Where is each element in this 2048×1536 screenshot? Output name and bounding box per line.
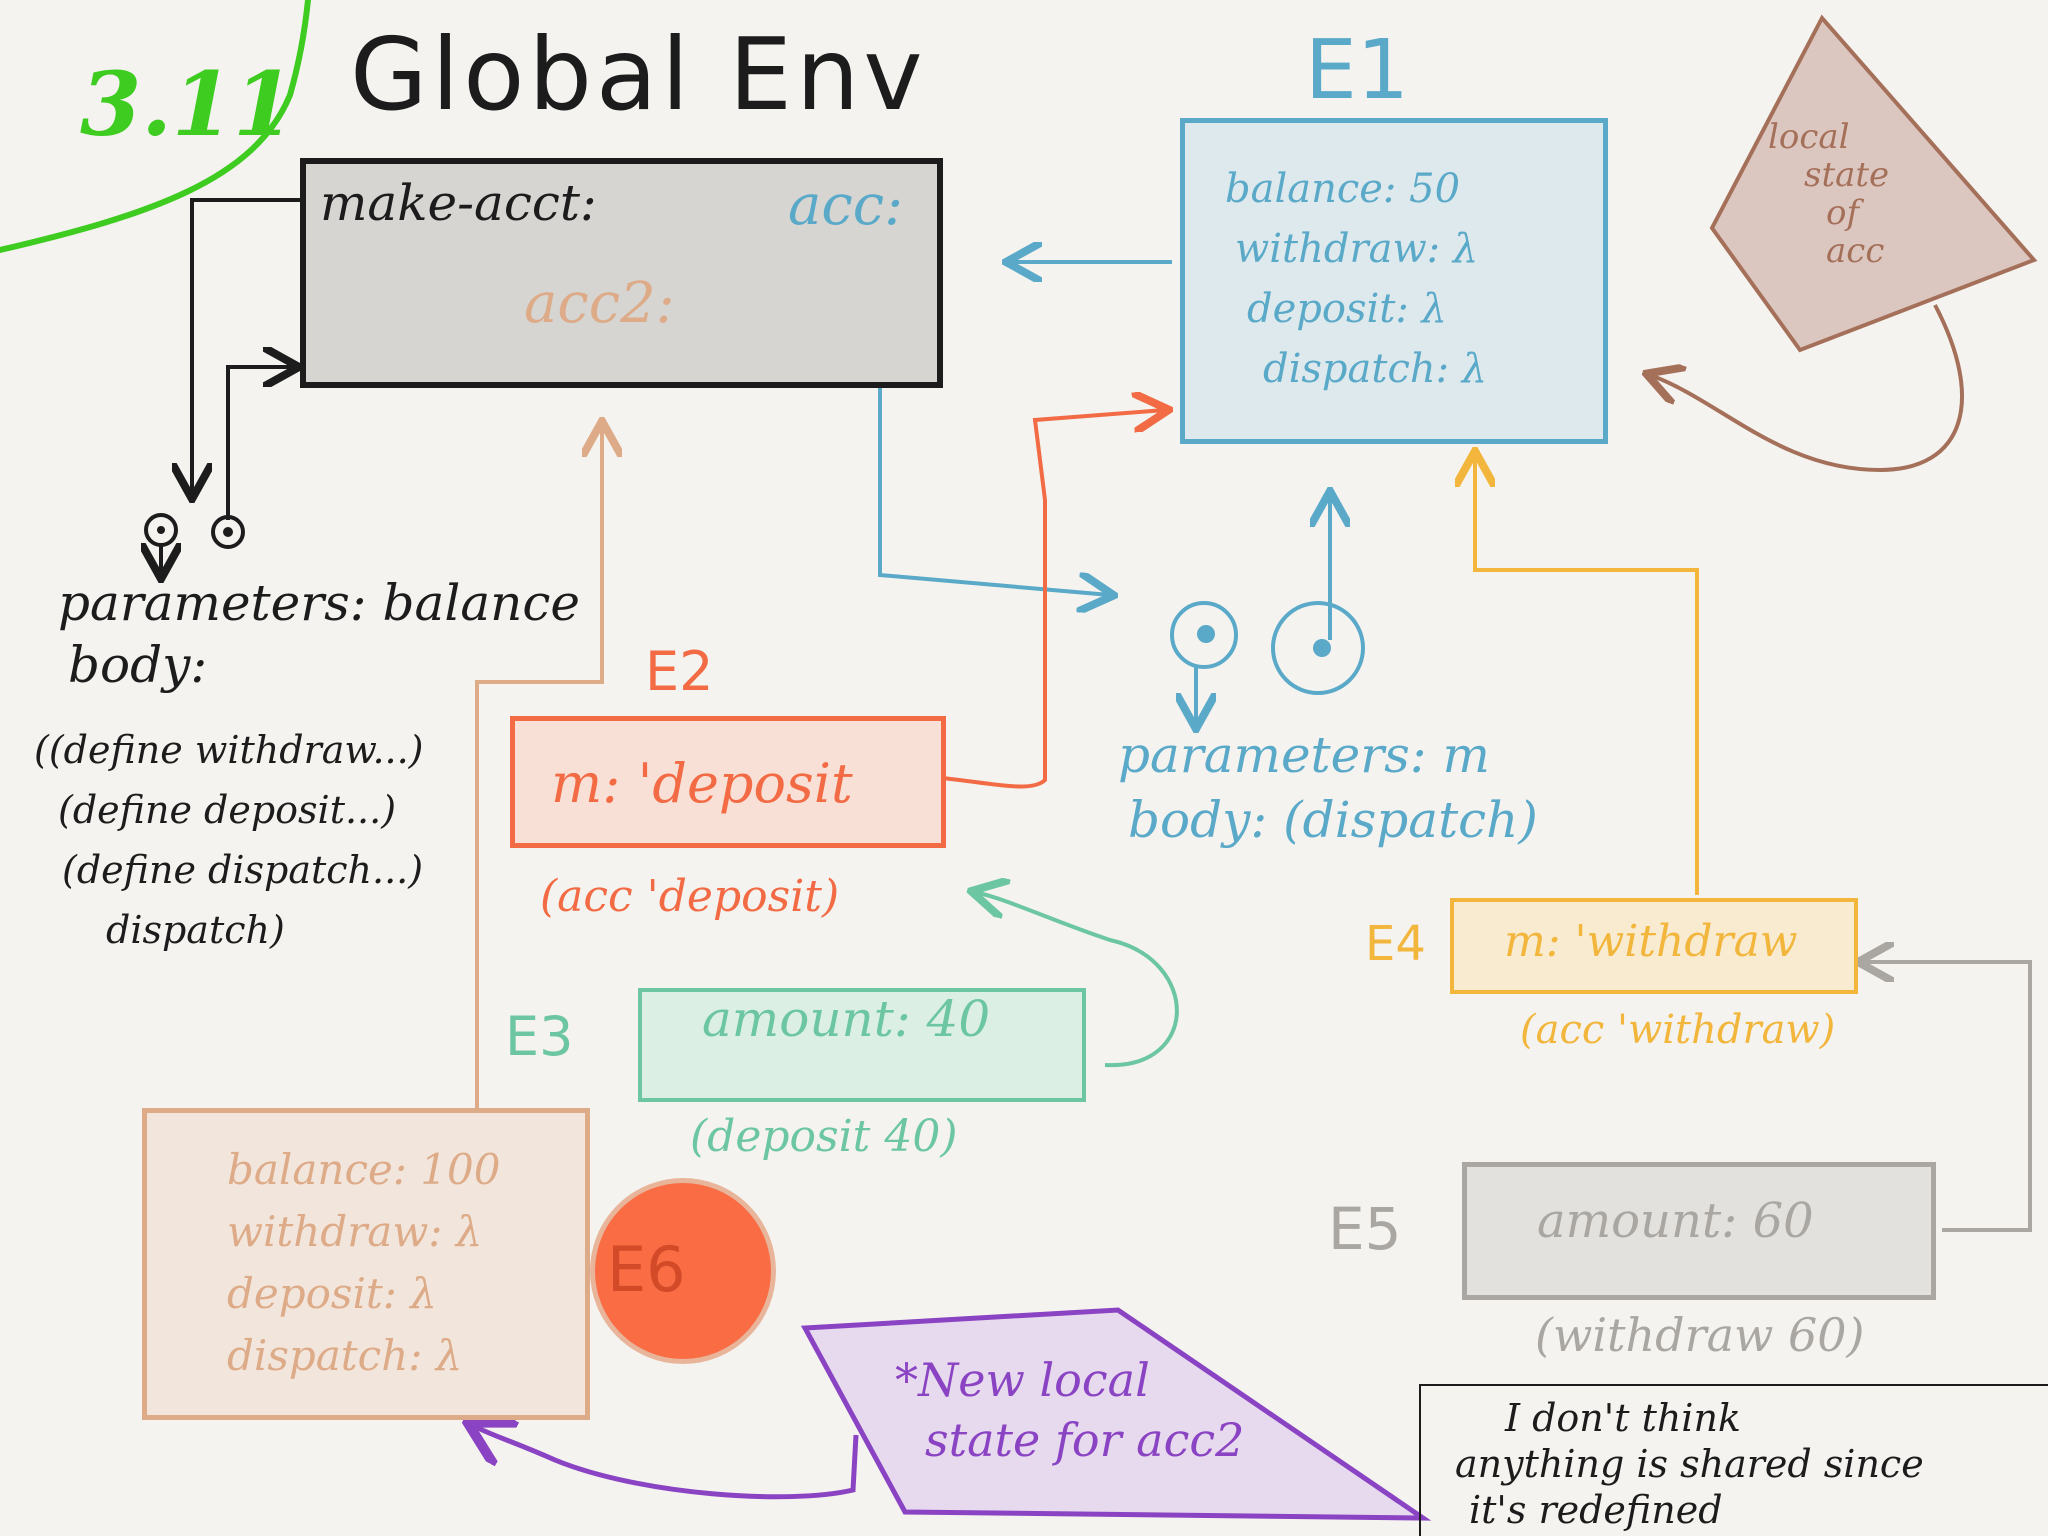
- e5-frame: amount: 60: [1462, 1162, 1936, 1300]
- e1-balance: balance: 50: [1225, 166, 1461, 212]
- e3-frame: amount: 40: [638, 988, 1086, 1102]
- global-env-title: Global Env: [350, 16, 927, 133]
- section-number: 3.11: [80, 52, 295, 156]
- e1-dispatch: dispatch: λ: [1263, 346, 1488, 392]
- make-acct-binding: make-acct:: [320, 174, 597, 232]
- e3-label: E3: [505, 1005, 574, 1068]
- e3-call: (deposit 40): [690, 1111, 958, 1162]
- body-line-deposit: (define deposit...): [58, 788, 397, 832]
- e2-binding: m: 'deposit: [551, 752, 853, 815]
- e1-deposit: deposit: λ: [1247, 286, 1447, 332]
- e4-label: E4: [1365, 916, 1426, 972]
- global-env-frame: make-acct: acc: acc2:: [300, 158, 943, 388]
- dispatch-parameters: parameters: m: [1118, 726, 1490, 784]
- e2-label: E2: [645, 640, 714, 703]
- make-acct-body-code: ((define withdraw...) (define deposit...…: [34, 720, 424, 960]
- e5-label: E5: [1328, 1195, 1402, 1263]
- make-acct-code-pointer-line: [226, 367, 295, 520]
- dispatch-body: body: (dispatch): [1128, 791, 1538, 849]
- e6-label: E6: [607, 1233, 686, 1306]
- e3-binding: amount: 40: [702, 990, 991, 1048]
- e6-dispatch: dispatch: λ: [227, 1331, 463, 1380]
- make-acct-body-label: body:: [68, 636, 208, 694]
- acc2-binding: acc2:: [524, 271, 675, 336]
- e4-call: (acc 'withdraw): [1520, 1007, 1836, 1053]
- body-line-withdraw: ((define withdraw...): [34, 728, 424, 772]
- e4-binding: m: 'withdraw: [1504, 916, 1798, 967]
- e6-balance: balance: 100: [227, 1145, 501, 1194]
- make-acct-parameters: parameters: balance: [58, 574, 580, 632]
- make-acct-env-pointer-line: [192, 198, 300, 495]
- e1-frame: balance: 50 withdraw: λ deposit: λ dispa…: [1180, 118, 1608, 444]
- e6-withdraw: withdraw: λ: [227, 1207, 483, 1256]
- body-line-return: dispatch): [106, 908, 285, 952]
- e1-label: E1: [1305, 23, 1409, 118]
- comment-text: I don't think anything is shared since i…: [1455, 1396, 1924, 1532]
- acc-binding: acc:: [788, 173, 903, 238]
- e6-deposit: deposit: λ: [227, 1269, 437, 1318]
- e2-frame: m: 'deposit: [510, 716, 946, 848]
- e2-call: (acc 'deposit): [540, 871, 840, 922]
- e6-circle: E6: [590, 1178, 776, 1364]
- e6-bindings: balance: 100 withdraw: λ deposit: λ disp…: [227, 1139, 501, 1387]
- e1-bindings: balance: 50 withdraw: λ deposit: λ dispa…: [1225, 159, 1487, 399]
- new-state-note-arrow: [472, 1425, 859, 1500]
- new-state-note-text: *New local state for acc2: [895, 1353, 1245, 1467]
- e6-frame: balance: 100 withdraw: λ deposit: λ disp…: [142, 1108, 590, 1420]
- acc-local-state-note-text: local state of acc: [1768, 117, 1890, 271]
- e5-binding: amount: 60: [1537, 1193, 1814, 1249]
- body-line-dispatch: (define dispatch...): [62, 848, 424, 892]
- e4-frame: m: 'withdraw: [1450, 898, 1858, 994]
- e1-withdraw: withdraw: λ: [1235, 226, 1479, 272]
- e5-call: (withdraw 60): [1535, 1308, 1865, 1362]
